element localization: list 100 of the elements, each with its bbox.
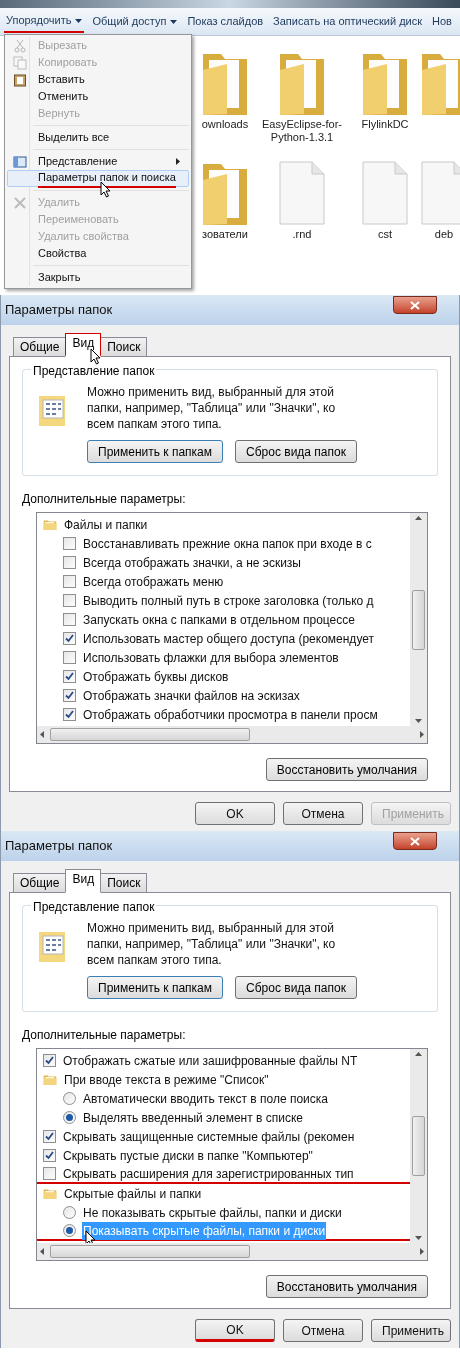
checkbox[interactable] [63, 575, 76, 588]
option-label: Скрывать расширения для зарегистрированных тип [62, 1165, 355, 1183]
section-label: Дополнительные параметры: [22, 491, 187, 508]
scroll-right-icon[interactable] [420, 731, 424, 738]
close-icon [410, 836, 420, 846]
folder-view-button[interactable]: Применить к папкам [87, 440, 224, 463]
file-name: FlylinkDC [360, 118, 410, 131]
dialog-button[interactable]: OK [195, 1319, 275, 1342]
menu-item[interactable]: Отменить [7, 88, 189, 105]
folder-view-button[interactable]: Сброс вида папок [235, 976, 357, 999]
file-name: зователи [201, 228, 249, 241]
close-icon [410, 300, 420, 310]
tab[interactable]: Общие [13, 337, 67, 357]
dialog-button[interactable]: Отмена [283, 802, 363, 825]
toolbar-button[interactable]: Общий доступ [90, 11, 180, 32]
checkbox[interactable] [63, 708, 76, 721]
menu-item[interactable]: Свойства [7, 245, 189, 262]
scroll-up-icon[interactable] [415, 1052, 422, 1056]
restore-defaults-button[interactable]: Восстановить умолчания [265, 1275, 428, 1298]
option-label: Использовать мастер общего доступа (рекомендует [82, 630, 375, 648]
restore-defaults-button[interactable]: Восстановить умолчания [265, 758, 428, 781]
option-label: Выводить полный путь в строке заголовка (только д [82, 592, 375, 610]
radio-button[interactable] [63, 1111, 76, 1124]
scroll-left-icon[interactable] [40, 1248, 44, 1255]
option-label: Показывать скрытые файлы, папки и диски [82, 1221, 327, 1240]
horizontal-scrollbar[interactable] [37, 1243, 427, 1260]
option-label: Не показывать скрытые файлы, папки и диски [82, 1204, 343, 1222]
close-icon [13, 195, 27, 210]
clipboard-icon [13, 72, 27, 87]
scroll-down-icon[interactable] [415, 719, 422, 723]
checkbox[interactable] [63, 651, 76, 664]
dialog-button[interactable]: OK [195, 802, 275, 825]
dialog-button[interactable]: Отмена [283, 1319, 363, 1342]
checkbox[interactable] [43, 1149, 56, 1162]
option-label: Отображать сжатые или зашифрованные файлы NT [62, 1052, 359, 1070]
tab[interactable]: Вид [65, 869, 102, 893]
checkbox[interactable] [63, 613, 76, 626]
checkbox[interactable] [63, 689, 76, 702]
checkbox[interactable] [63, 670, 76, 683]
checkbox[interactable] [63, 594, 76, 607]
option-label: Скрытые файлы и папки [63, 1185, 203, 1203]
cursor-icon [100, 181, 111, 198]
scroll-left-icon[interactable] [40, 731, 44, 738]
option-label: Выделять введенный элемент в списке [82, 1109, 304, 1127]
checkbox[interactable] [43, 1054, 56, 1067]
panes-icon [13, 154, 27, 169]
scroll-down-icon[interactable] [415, 1236, 422, 1240]
option-label: Восстанавливать прежние окна папок при входе в с [82, 535, 373, 553]
horizontal-scrollbar[interactable] [37, 726, 427, 743]
checkbox[interactable] [63, 556, 76, 569]
folder-icon [43, 1187, 57, 1200]
checkbox[interactable] [43, 1167, 56, 1180]
option-label: Скрывать пустые диски в папке "Компьютер" [62, 1147, 314, 1165]
tab[interactable]: Поиск [100, 873, 148, 893]
toolbar-button[interactable]: Нов [430, 11, 454, 32]
vertical-scrollbar[interactable] [410, 513, 427, 726]
folder-view-button[interactable]: Сброс вида папок [235, 440, 357, 463]
menu-item[interactable]: Выделить все [7, 129, 189, 146]
checkbox[interactable] [63, 537, 76, 550]
folder-icon [43, 518, 57, 531]
section-label: Дополнительные параметры: [22, 1027, 187, 1044]
folder-icon [43, 1073, 57, 1086]
menu-item[interactable]: Закрыть [7, 269, 189, 286]
vertical-scrollbar[interactable] [410, 1049, 427, 1243]
scrollbar-thumb[interactable] [412, 1116, 425, 1176]
close-button[interactable] [393, 296, 437, 314]
copy-icon [13, 55, 27, 70]
scrollbar-thumb[interactable] [412, 589, 425, 650]
dialog-button[interactable]: Применить [371, 1319, 451, 1342]
radio-button[interactable] [63, 1092, 76, 1105]
checkbox[interactable] [43, 1130, 56, 1143]
option-label: Автоматически вводить текст в поле поиска [82, 1090, 329, 1108]
toolbar-button[interactable]: Показ слайдов [185, 11, 266, 32]
toolbar-button[interactable]: Записать на оптический диск [271, 11, 425, 32]
scrollbar-thumb[interactable] [50, 728, 250, 741]
file-name: deb [433, 228, 455, 241]
checkbox[interactable] [63, 632, 76, 645]
menu-item[interactable]: Вставить [7, 71, 189, 88]
option-label: При вводе текста в режиме "Список" [63, 1071, 270, 1089]
option-label: Отображать обработчики просмотра в панели просм [82, 706, 379, 724]
file-icon [276, 158, 328, 228]
scrollbar-thumb[interactable] [50, 1245, 250, 1258]
option-label: Запускать окна с папками в отдельном процессе [82, 611, 356, 629]
folder-view-button[interactable]: Применить к папкам [87, 976, 224, 999]
file-name: cst [376, 228, 394, 241]
radio-button[interactable] [63, 1206, 76, 1219]
scroll-right-icon[interactable] [420, 1248, 424, 1255]
close-button[interactable] [393, 832, 437, 850]
tab[interactable]: Общие [13, 873, 67, 893]
window-title: Параметры папок [5, 837, 113, 856]
menu-item[interactable]: Представление [7, 153, 189, 170]
scroll-up-icon[interactable] [415, 516, 422, 520]
toolbar-button[interactable]: Упорядочить [4, 10, 85, 33]
option-label: Отображать буквы дисков [82, 668, 230, 686]
radio-button[interactable] [63, 1224, 76, 1237]
window-title: Параметры папок [5, 301, 113, 320]
option-label: Использовать флажки для выбора элементов [82, 649, 340, 667]
option-label: Всегда отображать значки, а не эскизы [82, 554, 302, 572]
tab[interactable]: Поиск [100, 337, 148, 357]
file-name: EasyEclipse-for-Python-1.3.1 [260, 118, 344, 144]
